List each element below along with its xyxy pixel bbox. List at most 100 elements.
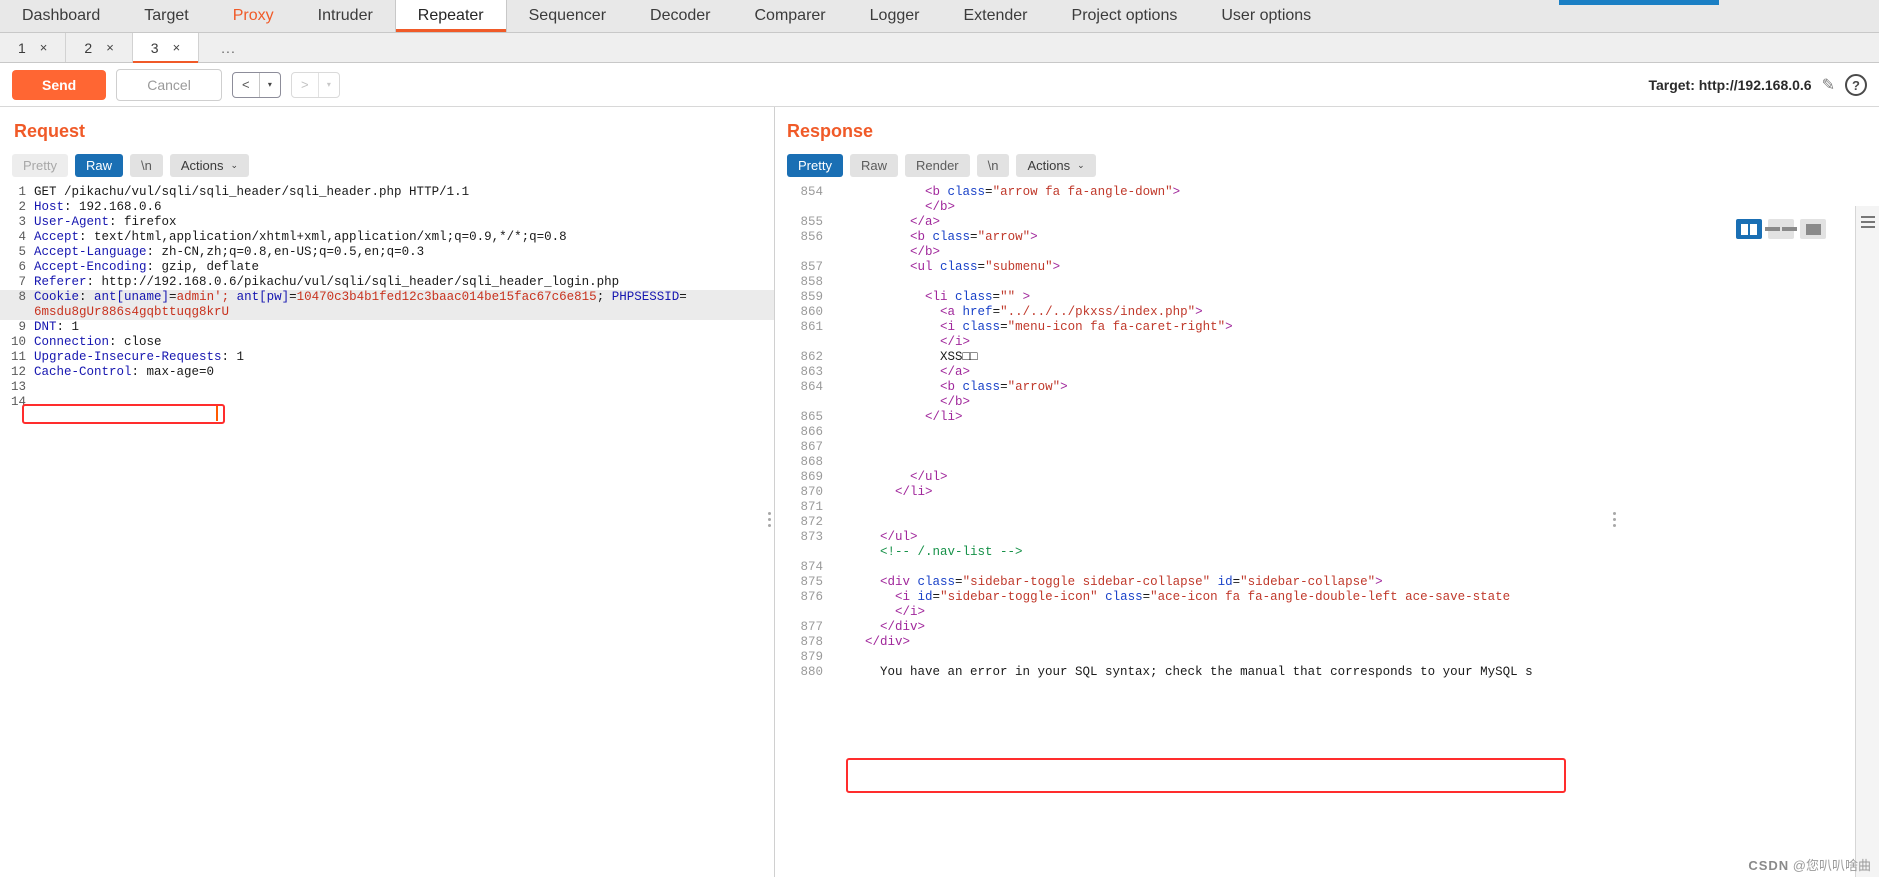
- code-text: </i>: [835, 605, 925, 620]
- repeater-tab-overflow[interactable]: ...: [199, 33, 258, 62]
- go-forward-button[interactable]: > ▾: [290, 71, 340, 98]
- request-raw-button[interactable]: Raw: [74, 154, 123, 177]
- repeater-tab-3[interactable]: 3 ×: [132, 33, 200, 63]
- code-text: Upgrade-Insecure-Requests: 1: [34, 350, 244, 365]
- code-text: Accept-Language: zh-CN,zh;q=0.8,en-US;q=…: [34, 245, 424, 260]
- close-icon[interactable]: ×: [40, 40, 48, 55]
- editor-panes: Request Pretty Raw \n Actions ⌄ 1 GET /pikach…: [0, 107, 1879, 877]
- request-n-button[interactable]: \n: [129, 154, 163, 177]
- line-number: 2: [18, 200, 26, 214]
- code-text: User-Agent: firefox: [34, 215, 177, 230]
- cancel-button[interactable]: Cancel: [116, 68, 222, 101]
- code-token: id: [1210, 575, 1233, 589]
- code-token: You have an error in your SQL syntax; ch…: [835, 665, 1533, 679]
- request-actions-button[interactable]: Actions ⌄: [169, 154, 250, 177]
- line-number: 879: [800, 650, 823, 664]
- line-number: 859: [800, 290, 823, 304]
- code-token: </a>: [910, 215, 941, 229]
- response-editor[interactable]: 854 <b class="arrow fa fa-angle-down"> <…: [775, 185, 1854, 785]
- main-tab-intruder[interactable]: Intruder: [296, 0, 395, 32]
- chevron-down-icon[interactable]: ▾: [319, 73, 339, 97]
- line-number: 11: [10, 350, 26, 364]
- code-token: ant[uname]: [94, 290, 170, 304]
- response-splitter-handle[interactable]: [1613, 512, 1619, 527]
- code-text: </a>: [835, 215, 940, 230]
- button-label: Render: [915, 158, 959, 173]
- code-text: Host: 192.168.0.6: [34, 200, 162, 215]
- code-line: 12 Cache-Control: max-age=0: [0, 365, 774, 380]
- main-tab-decoder[interactable]: Decoder: [628, 0, 732, 32]
- response-raw-button[interactable]: Raw: [849, 154, 898, 177]
- code-token: PHPSESSID: [611, 290, 680, 304]
- watermark-author: @您叭叭啥曲: [1792, 858, 1871, 873]
- pane-splitter-handle[interactable]: [768, 512, 774, 527]
- code-line: 874: [775, 560, 1854, 575]
- code-token: </div>: [880, 620, 926, 634]
- main-tab-dashboard[interactable]: Dashboard: [0, 0, 122, 32]
- code-line: 858: [775, 275, 1854, 290]
- request-editor[interactable]: 1 GET /pikachu/vul/sqli/sqli_header/sqli_…: [0, 185, 774, 797]
- code-text: <div class="sidebar-toggle sidebar-colla…: [835, 575, 1383, 590]
- line-number: 13: [10, 380, 26, 394]
- inspector-rail[interactable]: INSPECTOR: [1855, 206, 1879, 877]
- response-pretty-button[interactable]: Pretty: [787, 154, 843, 177]
- main-tab-project-options[interactable]: Project options: [1050, 0, 1200, 32]
- layout-stacked-button[interactable]: [1765, 219, 1797, 239]
- line-number: 855: [800, 215, 823, 229]
- send-button[interactable]: Send: [12, 69, 107, 100]
- code-token: "arrow": [1007, 380, 1061, 394]
- code-line: 10 Connection: close: [0, 335, 774, 350]
- code-token: =: [1000, 380, 1008, 394]
- response-n-button[interactable]: \n: [976, 154, 1010, 177]
- code-line: 7 Referer: http://192.168.0.6/pikachu/vul…: [0, 275, 774, 290]
- code-line: 867: [775, 440, 1854, 455]
- button-label: \n: [987, 158, 999, 173]
- repeater-tab-1[interactable]: 1 ×: [0, 33, 67, 62]
- layout-side-by-side-button[interactable]: [1736, 219, 1762, 239]
- close-icon[interactable]: ×: [106, 40, 114, 55]
- go-back-button[interactable]: < ▾: [231, 71, 281, 98]
- line-number: 875: [800, 575, 823, 589]
- code-token: =: [985, 185, 993, 199]
- main-tab-comparer[interactable]: Comparer: [733, 0, 848, 32]
- code-token: =: [1142, 590, 1151, 604]
- code-text: Referer: http://192.168.0.6/pikachu/vul/…: [34, 275, 619, 290]
- help-icon[interactable]: ?: [1845, 74, 1867, 96]
- main-tab-logger[interactable]: Logger: [848, 0, 942, 32]
- code-line: </b>: [775, 245, 1854, 260]
- line-number: 874: [800, 560, 823, 574]
- close-icon[interactable]: ×: [173, 40, 181, 55]
- code-line: </i>: [775, 605, 1854, 620]
- code-token: : firefox: [109, 215, 177, 229]
- layout-single-button[interactable]: [1800, 219, 1826, 239]
- repeater-tab-2[interactable]: 2 ×: [66, 33, 133, 62]
- pencil-icon[interactable]: ✎: [1822, 75, 1835, 95]
- main-tab-sequencer[interactable]: Sequencer: [507, 0, 628, 32]
- code-text: Connection: close: [34, 335, 162, 350]
- code-token: class: [1097, 590, 1143, 604]
- main-tab-user-options[interactable]: User options: [1199, 0, 1333, 32]
- response-render-button[interactable]: Render: [904, 154, 970, 177]
- inspector-menu-icon[interactable]: [1861, 216, 1875, 228]
- request-pretty-button[interactable]: Pretty: [12, 154, 68, 177]
- response-pane: Response Pretty Raw Render \n Actions ⌄ 854 <…: [775, 107, 1854, 877]
- code-token: <b: [940, 380, 956, 394]
- code-token: </b>: [910, 245, 941, 259]
- code-token: </div>: [865, 635, 911, 649]
- main-tab-proxy[interactable]: Proxy: [211, 0, 296, 32]
- line-number: [775, 395, 835, 410]
- code-token: <i: [895, 590, 911, 604]
- response-actions-button[interactable]: Actions ⌄: [1016, 154, 1096, 177]
- main-tab-extender[interactable]: Extender: [941, 0, 1049, 32]
- chevron-left-icon: <: [242, 77, 250, 92]
- chevron-down-icon[interactable]: ▾: [260, 73, 280, 97]
- main-tab-target[interactable]: Target: [122, 0, 210, 32]
- code-token: Accept-Language: [34, 245, 147, 259]
- line-number: 866: [800, 425, 823, 439]
- main-tab-repeater[interactable]: Repeater: [394, 0, 507, 32]
